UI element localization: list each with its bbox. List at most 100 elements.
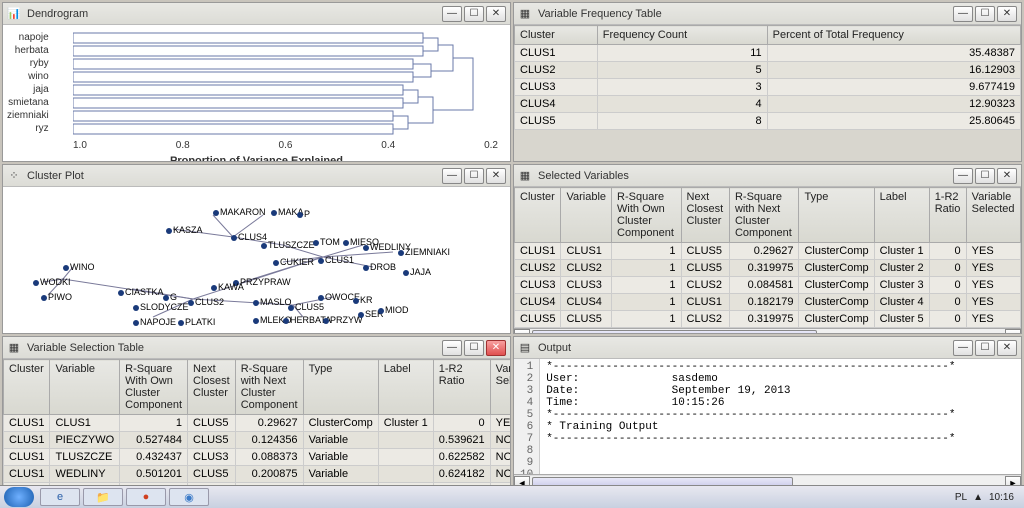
column-header[interactable]: Cluster — [515, 188, 561, 243]
freq-body: Cluster Frequency Count Percent of Total… — [514, 25, 1021, 161]
cluster-node: CLUS5 — [288, 302, 324, 312]
output-text[interactable]: *---------------------------------------… — [540, 359, 961, 474]
minimize-button[interactable]: — — [442, 6, 462, 22]
column-header[interactable]: Next Closest Cluster — [188, 360, 236, 415]
output-gutter: 12345678910 — [514, 359, 540, 474]
table-row[interactable]: CLUS2516.12903 — [515, 62, 1021, 79]
table-row[interactable]: CLUS11135.48387 — [515, 45, 1021, 62]
scroll-left-button[interactable]: ◄ — [514, 329, 530, 333]
column-header[interactable]: R-Square with Next Cluster Component — [235, 360, 303, 415]
freq-titlebar[interactable]: ▦ Variable Frequency Table — ☐ ✕ — [514, 3, 1021, 25]
table-row[interactable]: CLUS1CLUS11CLUS50.29627ClusterCompCluste… — [4, 415, 511, 432]
column-header[interactable]: Type — [303, 360, 378, 415]
system-tray[interactable]: PL ▲ 10:16 — [955, 492, 1020, 503]
maximize-button[interactable]: ☐ — [975, 168, 995, 184]
table-row[interactable]: CLUS3CLUS31CLUS20.084581ClusterCompClust… — [515, 277, 1021, 294]
scroll-right-button[interactable]: ► — [1005, 329, 1021, 333]
cluster-node: CIASTKA — [118, 287, 164, 297]
table-row[interactable]: CLUS5825.80645 — [515, 113, 1021, 130]
cluster-node: CLUS1 — [318, 255, 354, 265]
cluster-node: MASLO — [253, 297, 292, 307]
output-title: Output — [536, 342, 953, 354]
task-button[interactable]: e — [40, 488, 80, 506]
table-row[interactable]: CLUS339.677419 — [515, 79, 1021, 96]
dendrogram-titlebar[interactable]: 📊 Dendrogram — ☐ ✕ — [3, 3, 510, 25]
column-header[interactable]: Variable Selected — [966, 188, 1020, 243]
column-header[interactable]: R-Square with Next Cluster Component — [729, 188, 799, 243]
dendrogram-xlabel: Proportion of Variance Explained — [15, 155, 498, 161]
col-count[interactable]: Frequency Count — [597, 26, 767, 45]
column-header[interactable]: Cluster — [4, 360, 50, 415]
cluster-node: G — [163, 292, 177, 302]
start-button[interactable] — [4, 487, 34, 507]
maximize-button[interactable]: ☐ — [975, 340, 995, 356]
output-titlebar[interactable]: ▤ Output — ☐ ✕ — [514, 337, 1021, 359]
cluster-plot-titlebar[interactable]: ⁘ Cluster Plot — ☐ ✕ — [3, 165, 510, 187]
table-icon: ▦ — [7, 341, 21, 355]
maximize-button[interactable]: ☐ — [464, 6, 484, 22]
close-button[interactable]: ✕ — [997, 6, 1017, 22]
cluster-plot-panel: ⁘ Cluster Plot — ☐ ✕ — [2, 164, 511, 334]
table-row[interactable]: CLUS4CLUS41CLUS10.182179ClusterCompClust… — [515, 294, 1021, 311]
column-header[interactable]: Next Closest Cluster — [681, 188, 729, 243]
close-button[interactable]: ✕ — [486, 340, 506, 356]
close-button[interactable]: ✕ — [997, 168, 1017, 184]
table-row[interactable]: CLUS1CLUS11CLUS50.29627ClusterCompCluste… — [515, 243, 1021, 260]
column-header[interactable]: Variable — [561, 188, 612, 243]
dendrogram-svg — [73, 31, 493, 135]
minimize-button[interactable]: — — [442, 168, 462, 184]
column-header[interactable]: R-Square With Own Cluster Component — [120, 360, 188, 415]
column-header[interactable]: Variable — [50, 360, 120, 415]
selected-hscroll[interactable]: ◄ ► — [514, 328, 1021, 333]
dendrogram-leaf-labels: napoje herbata ryby wino jaja smietana z… — [7, 31, 49, 135]
dendrogram-title: Dendrogram — [25, 8, 442, 20]
maximize-button[interactable]: ☐ — [975, 6, 995, 22]
dendrogram-icon: 📊 — [7, 7, 21, 21]
selected-body: ClusterVariableR-Square With Own Cluster… — [514, 187, 1021, 333]
table-row[interactable]: CLUS1WEDLINY0.501201CLUS50.200875Variabl… — [4, 466, 511, 483]
varsel-titlebar[interactable]: ▦ Variable Selection Table — ☐ ✕ — [3, 337, 510, 359]
task-button[interactable]: 📁 — [83, 488, 123, 506]
minimize-button[interactable]: — — [953, 6, 973, 22]
close-button[interactable]: ✕ — [486, 6, 506, 22]
cluster-node: PLATKI — [178, 317, 215, 327]
selected-table: ClusterVariableR-Square With Own Cluster… — [514, 187, 1021, 328]
column-header[interactable]: 1-R2 Ratio — [433, 360, 490, 415]
column-header[interactable]: Label — [874, 188, 929, 243]
tray-clock[interactable]: 10:16 — [989, 492, 1014, 503]
task-button[interactable]: ● — [126, 488, 166, 506]
column-header[interactable]: 1-R2 Ratio — [929, 188, 966, 243]
table-row[interactable]: CLUS4412.90323 — [515, 96, 1021, 113]
minimize-button[interactable]: — — [442, 340, 462, 356]
task-button[interactable]: ◉ — [169, 488, 209, 506]
minimize-button[interactable]: — — [953, 340, 973, 356]
table-row[interactable]: CLUS1TLUSZCZE0.432437CLUS30.088373Variab… — [4, 449, 511, 466]
selected-title: Selected Variables — [536, 170, 953, 182]
table-row[interactable]: CLUS5CLUS51CLUS20.319975ClusterCompClust… — [515, 311, 1021, 328]
dendrogram-panel: 📊 Dendrogram — ☐ ✕ napoje herbata ryby w… — [2, 2, 511, 162]
cluster-plot-title: Cluster Plot — [25, 170, 442, 182]
column-header[interactable]: Type — [799, 188, 874, 243]
col-pct[interactable]: Percent of Total Frequency — [767, 26, 1020, 45]
table-row[interactable]: CLUS2CLUS21CLUS50.319975ClusterCompClust… — [515, 260, 1021, 277]
cluster-node: JAJA — [403, 267, 431, 277]
scatter-icon: ⁘ — [7, 169, 21, 183]
cluster-node: NAPOJE — [133, 317, 176, 327]
maximize-button[interactable]: ☐ — [464, 168, 484, 184]
close-button[interactable]: ✕ — [486, 168, 506, 184]
close-button[interactable]: ✕ — [997, 340, 1017, 356]
column-header[interactable]: Variable Selected — [490, 360, 510, 415]
column-header[interactable]: Label — [378, 360, 433, 415]
freq-panel: ▦ Variable Frequency Table — ☐ ✕ Cluster… — [513, 2, 1022, 162]
column-header[interactable]: R-Square With Own Cluster Component — [612, 188, 682, 243]
tray-lang[interactable]: PL — [955, 492, 967, 503]
col-cluster[interactable]: Cluster — [515, 26, 598, 45]
maximize-button[interactable]: ☐ — [464, 340, 484, 356]
cluster-node: WODKI — [33, 277, 71, 287]
cluster-node: MIOD — [378, 305, 409, 315]
minimize-button[interactable]: — — [953, 168, 973, 184]
selected-titlebar[interactable]: ▦ Selected Variables — ☐ ✕ — [514, 165, 1021, 187]
cluster-node: TOM — [313, 237, 340, 247]
freq-title: Variable Frequency Table — [536, 8, 953, 20]
table-row[interactable]: CLUS1PIECZYWO0.527484CLUS50.124356Variab… — [4, 432, 511, 449]
